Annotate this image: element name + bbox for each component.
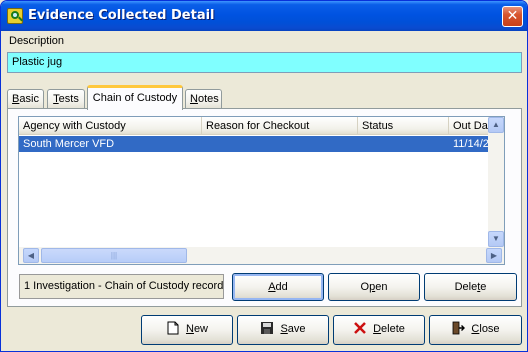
scroll-down-icon[interactable]: ▼ <box>488 231 504 247</box>
vertical-scrollbar[interactable]: ▲ ▼ <box>488 117 504 247</box>
delete-record-button[interactable]: Delete <box>424 273 517 301</box>
list-header: Agency with Custody Reason for Checkout … <box>19 117 489 135</box>
scroll-right-icon[interactable]: ▶ <box>486 248 502 263</box>
scroll-up-icon[interactable]: ▲ <box>488 117 504 133</box>
delete-button[interactable]: Delete <box>333 315 425 345</box>
new-document-icon <box>167 321 179 335</box>
exit-door-icon <box>453 321 466 335</box>
scroll-left-icon[interactable]: ◀ <box>23 248 39 263</box>
tab-notes[interactable]: Notes <box>185 89 222 109</box>
tab-tests[interactable]: Tests <box>47 89 85 109</box>
column-header-reason[interactable]: Reason for Checkout <box>202 117 358 134</box>
evidence-magnifier-icon <box>7 8 23 24</box>
horizontal-scrollbar[interactable]: ◀ ||| ▶ <box>19 247 504 264</box>
cell-out-date: 11/14/20 <box>453 138 489 150</box>
close-window-button[interactable]: ✕ <box>502 6 523 27</box>
title-bar[interactable]: Evidence Collected Detail ✕ <box>1 1 527 31</box>
evidence-window: Evidence Collected Detail ✕ Description … <box>0 0 528 352</box>
horizontal-scroll-thumb[interactable]: ||| <box>41 248 187 263</box>
tab-basic[interactable]: Basic <box>7 89 44 109</box>
new-button[interactable]: New <box>141 315 233 345</box>
custody-list[interactable]: Agency with Custody Reason for Checkout … <box>18 116 505 265</box>
description-field[interactable]: Plastic jug <box>7 52 522 73</box>
close-button[interactable]: Close <box>429 315 522 345</box>
record-count-status: 1 Investigation - Chain of Custody recor… <box>19 274 224 299</box>
tab-chain-of-custody[interactable]: Chain of Custody <box>87 85 183 110</box>
open-button[interactable]: Open <box>328 273 420 301</box>
description-label: Description <box>9 35 65 47</box>
column-header-out-date[interactable]: Out Date <box>449 117 489 134</box>
chain-of-custody-panel: Agency with Custody Reason for Checkout … <box>7 108 522 307</box>
floppy-disk-icon <box>261 322 274 334</box>
red-x-icon <box>354 322 366 334</box>
table-row[interactable]: South Mercer VFD 11/14/20 <box>19 136 489 152</box>
column-header-agency[interactable]: Agency with Custody <box>19 117 202 134</box>
cell-agency: South Mercer VFD <box>23 138 115 150</box>
window-title: Evidence Collected Detail <box>28 8 215 23</box>
column-header-status[interactable]: Status <box>358 117 449 134</box>
add-button[interactable]: Add <box>232 273 324 301</box>
save-button[interactable]: Save <box>237 315 329 345</box>
